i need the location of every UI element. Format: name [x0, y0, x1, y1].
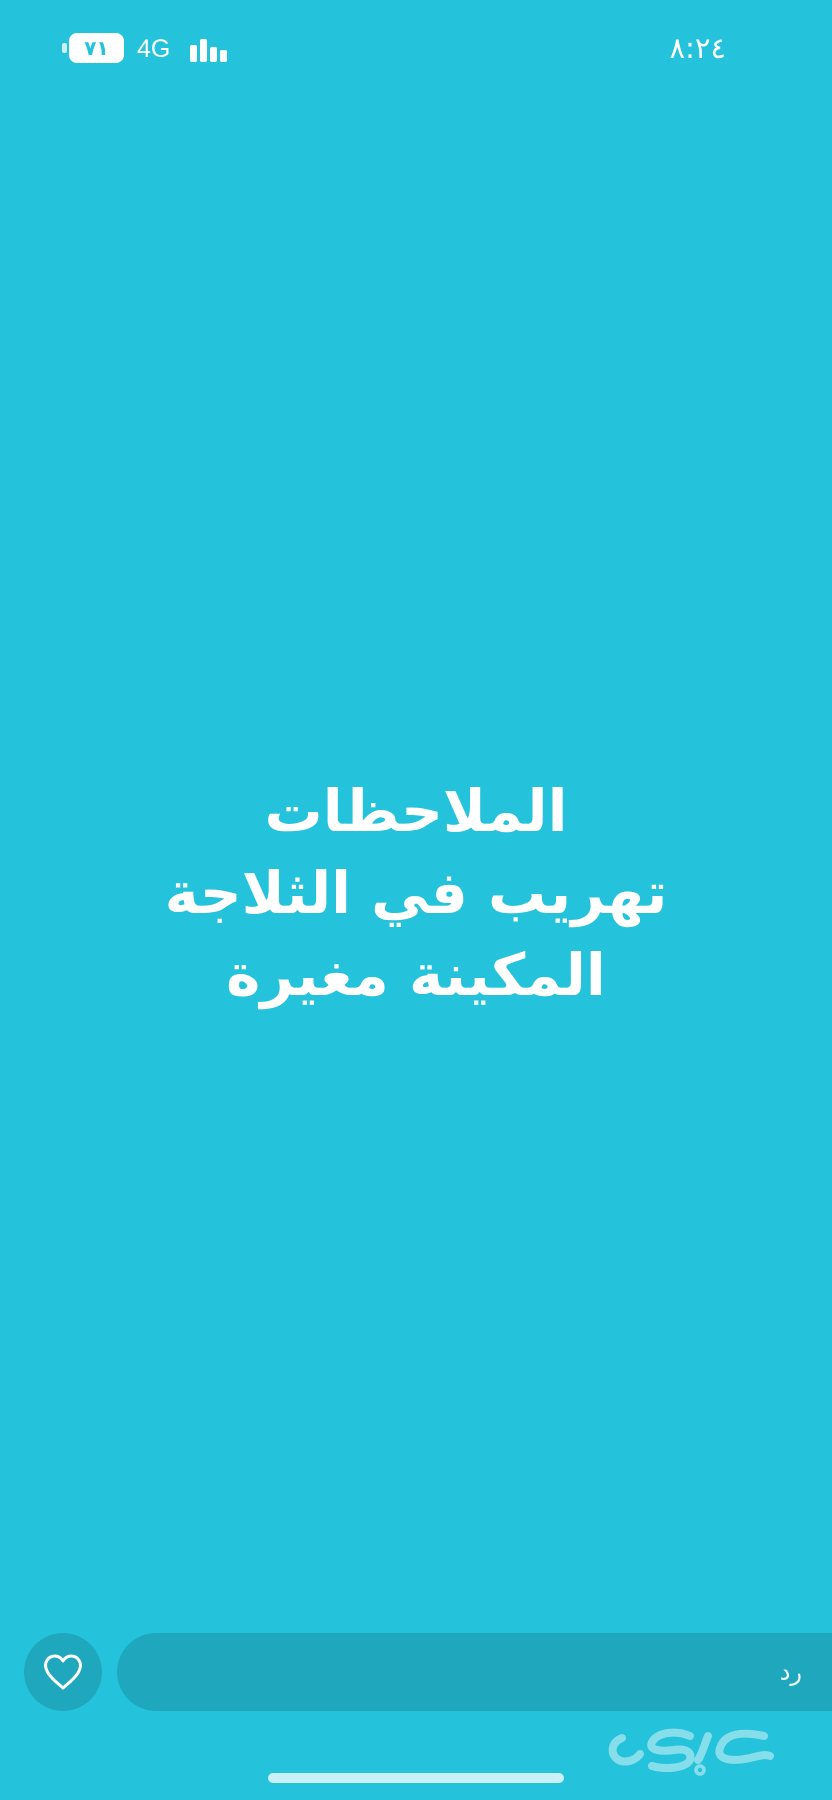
status-bar: ٧١ 4G ٨:٢٤ — [0, 0, 832, 100]
heart-icon — [42, 1653, 84, 1691]
battery-percentage: ٧١ — [84, 36, 109, 60]
post-text: الملاحظات تهريب في الثلاجة المكينة مغيرة — [40, 770, 792, 1016]
signal-bars-icon — [190, 36, 236, 62]
signal-bar-2 — [200, 39, 207, 62]
reply-input[interactable]: رد — [117, 1633, 832, 1711]
haraj-watermark-logo — [604, 1718, 774, 1778]
signal-bar-3 — [210, 47, 217, 62]
post-line-note-1: تهريب في الثلاجة — [164, 859, 668, 927]
signal-bar-1 — [190, 45, 197, 62]
network-type: 4G — [137, 35, 171, 63]
battery-tip — [62, 43, 67, 53]
home-indicator[interactable] — [268, 1773, 564, 1783]
like-button[interactable] — [24, 1633, 102, 1711]
signal-bar-4 — [220, 50, 227, 62]
post-line-title: الملاحظات — [264, 777, 568, 845]
reply-placeholder: رد — [779, 1658, 802, 1686]
post-line-note-2: المكينة مغيرة — [226, 941, 606, 1009]
clock-time: ٨:٢٤ — [669, 31, 727, 65]
battery-icon: ٧١ — [62, 33, 124, 63]
